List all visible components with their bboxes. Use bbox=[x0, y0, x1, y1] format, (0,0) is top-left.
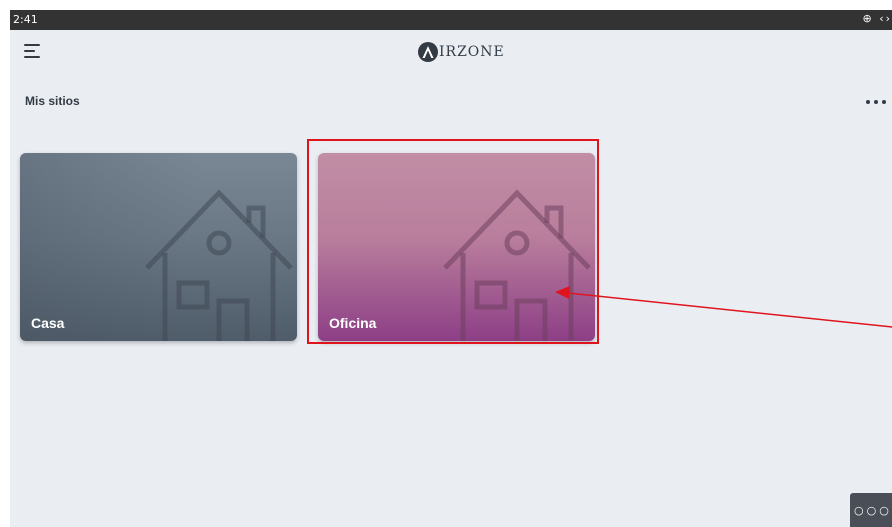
section-title: Mis sitios bbox=[25, 94, 80, 108]
floating-widget-button[interactable]: ○○○ bbox=[850, 493, 892, 527]
app-header: IRZONE bbox=[10, 30, 892, 76]
status-icons: ⊕ ‹› bbox=[862, 12, 892, 25]
logo-mark bbox=[418, 42, 438, 62]
status-time: 2:41 bbox=[13, 13, 38, 26]
site-card-label: Casa bbox=[31, 315, 65, 331]
site-card-label: Oficina bbox=[329, 315, 377, 331]
site-card-oficina[interactable]: Oficina bbox=[318, 153, 595, 341]
house-icon bbox=[145, 189, 293, 341]
app-screen: 2:41 ⊕ ‹› IRZONE Mis sitios Casa Oficina… bbox=[10, 10, 892, 527]
site-card-casa[interactable]: Casa bbox=[20, 153, 297, 341]
logo-a-glyph bbox=[422, 46, 434, 58]
logo-text: IRZONE bbox=[439, 44, 505, 60]
airzone-logo: IRZONE bbox=[418, 40, 505, 64]
house-icon bbox=[443, 189, 591, 341]
more-dot bbox=[874, 100, 878, 104]
floating-widget-label: ○○○ bbox=[854, 503, 892, 517]
more-dot bbox=[882, 100, 886, 104]
status-bar: 2:41 ⊕ ‹› bbox=[10, 10, 892, 30]
more-dot bbox=[866, 100, 870, 104]
more-options-button[interactable] bbox=[862, 94, 892, 108]
hamburger-menu-icon[interactable] bbox=[24, 43, 42, 59]
